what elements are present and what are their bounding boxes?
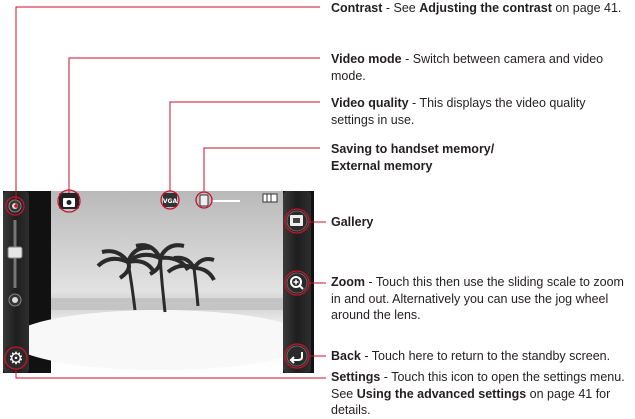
contrast-minus-button[interactable] — [8, 293, 22, 307]
callout-contrast-title: Contrast — [331, 1, 383, 15]
callout-memory-line2: External memory — [331, 158, 433, 173]
video-quality-indicator: VGA — [163, 193, 178, 207]
callout-gallery: Gallery — [331, 214, 631, 231]
callout-contrast: Contrast - See Adjusting the contrast on… — [331, 0, 631, 17]
callout-zoom-title: Zoom — [331, 275, 366, 289]
gallery-button[interactable] — [286, 210, 308, 232]
callout-contrast-sep: - See — [382, 1, 420, 15]
battery-icon — [262, 193, 278, 203]
sd-card-icon — [199, 194, 209, 207]
contrast-slider-handle[interactable] — [7, 246, 23, 259]
callout-video-mode: Video mode - Switch between camera and v… — [331, 51, 631, 84]
back-button[interactable] — [286, 345, 308, 367]
callout-back: Back - Touch here to return to the stand… — [331, 348, 631, 365]
sun-minus-icon — [12, 297, 18, 303]
phone-screen: ⚙ VGA — [3, 191, 314, 373]
callout-gallery-title: Gallery — [331, 215, 374, 229]
quality-badge: VGA — [163, 198, 178, 205]
callout-back-desc: - Touch here to return to the standby sc… — [360, 349, 611, 363]
callout-contrast-tail: on page 41. — [551, 1, 622, 15]
callout-contrast-ref: Adjusting the contrast — [419, 1, 552, 15]
callout-zoom: Zoom - Touch this then use the sliding s… — [331, 274, 631, 324]
callout-memory: Saving to handset memory/ External memor… — [331, 141, 631, 174]
gear-icon: ⚙ — [8, 349, 23, 369]
callout-video-quality: Video quality - This displays the video … — [331, 95, 631, 128]
callout-settings-title: Settings — [331, 370, 381, 384]
callout-settings-ref: Using the advanced settings — [356, 386, 527, 401]
camera-mode-button[interactable] — [59, 193, 79, 209]
callout-video-mode-title: Video mode — [331, 52, 402, 66]
callout-memory-line1: Saving to handset memory/ — [331, 142, 495, 156]
callout-back-title: Back — [331, 349, 361, 363]
callout-zoom-desc: - Touch this then use the sliding scale … — [331, 275, 624, 322]
callout-video-quality-title: Video quality — [331, 96, 409, 110]
callout-settings: Settings - Touch this icon to open the s… — [331, 369, 631, 419]
zoom-button[interactable] — [286, 272, 308, 294]
